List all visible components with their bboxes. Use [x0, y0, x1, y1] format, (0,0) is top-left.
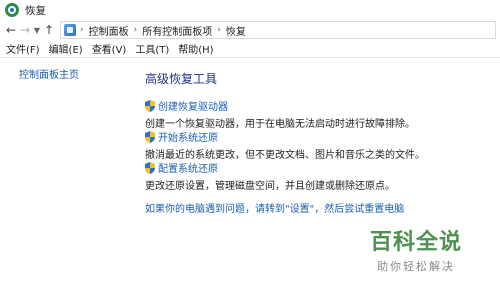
uac-shield-icon — [145, 161, 155, 174]
configure-system-restore-link[interactable]: 配置系统还原 — [158, 160, 218, 175]
breadcrumb-separator-icon[interactable]: › — [80, 25, 84, 35]
control-panel-icon — [64, 24, 76, 36]
breadcrumb-control-panel[interactable]: 控制面板 — [89, 23, 129, 38]
create-recovery-drive-link[interactable]: 创建恢复驱动器 — [158, 98, 228, 113]
watermark-subtitle: 助你轻松解决 — [376, 260, 455, 273]
watermark: 百科全说 助你轻松解决 — [370, 224, 462, 274]
task-description: 撤消最近的系统更改，但不更改文档、图片和音乐之类的文件。 — [145, 150, 425, 161]
menu-file[interactable]: 文件(F) — [6, 41, 40, 56]
address-bar: ← → ▼ ↑ › 控制面板 › 所有控制面板项 › 恢复 — [0, 20, 500, 40]
watermark-logo: 百科全说 — [369, 230, 462, 255]
breadcrumb[interactable]: › 控制面板 › 所有控制面板项 › 恢复 — [60, 21, 496, 39]
breadcrumb-recovery[interactable]: 恢复 — [226, 23, 246, 38]
task-description: 更改还原设置，管理磁盘空间，并且创建或删除还原点。 — [145, 181, 395, 192]
control-panel-home-link[interactable]: 控制面板主页 — [19, 66, 79, 81]
reset-pc-settings-link[interactable]: 如果你的电脑遇到问题，请转到"设置"，然后尝试重置电脑 — [145, 200, 404, 215]
task-start-system-restore: 开始系统还原 撤消最近的系统更改，但不更改文档、图片和音乐之类的文件。 — [145, 129, 425, 161]
breadcrumb-separator-icon[interactable]: › — [217, 25, 221, 35]
task-description: 创建一个恢复驱动器，用于在电脑无法启动时进行故障排除。 — [145, 119, 415, 130]
breadcrumb-all-items[interactable]: 所有控制面板项 — [142, 23, 212, 38]
menu-help[interactable]: 帮助(H) — [178, 41, 213, 56]
start-system-restore-link[interactable]: 开始系统还原 — [158, 129, 218, 144]
breadcrumb-separator-icon[interactable]: › — [134, 25, 138, 35]
task-configure-system-restore: 配置系统还原 更改还原设置，管理磁盘空间，并且创建或删除还原点。 — [145, 160, 395, 192]
recovery-app-icon — [5, 3, 19, 17]
task-create-recovery-drive: 创建恢复驱动器 创建一个恢复驱动器，用于在电脑无法启动时进行故障排除。 — [145, 98, 415, 130]
uac-shield-icon — [145, 99, 155, 112]
recent-locations-chevron-icon[interactable]: ▼ — [32, 22, 42, 38]
title-bar: 恢复 — [0, 0, 500, 20]
menu-tools[interactable]: 工具(T) — [135, 41, 169, 56]
uac-shield-icon — [145, 130, 155, 143]
menu-edit[interactable]: 编辑(E) — [49, 41, 83, 56]
menu-view[interactable]: 查看(V) — [92, 41, 127, 56]
up-arrow-icon[interactable]: ↑ — [42, 22, 56, 38]
back-arrow-icon[interactable]: ← — [4, 22, 18, 38]
page-title: 高级恢复工具 — [145, 72, 218, 86]
menu-bar: 文件(F) 编辑(E) 查看(V) 工具(T) 帮助(H) — [0, 40, 500, 57]
forward-arrow-icon[interactable]: → — [18, 22, 32, 38]
window-title: 恢复 — [25, 4, 46, 17]
